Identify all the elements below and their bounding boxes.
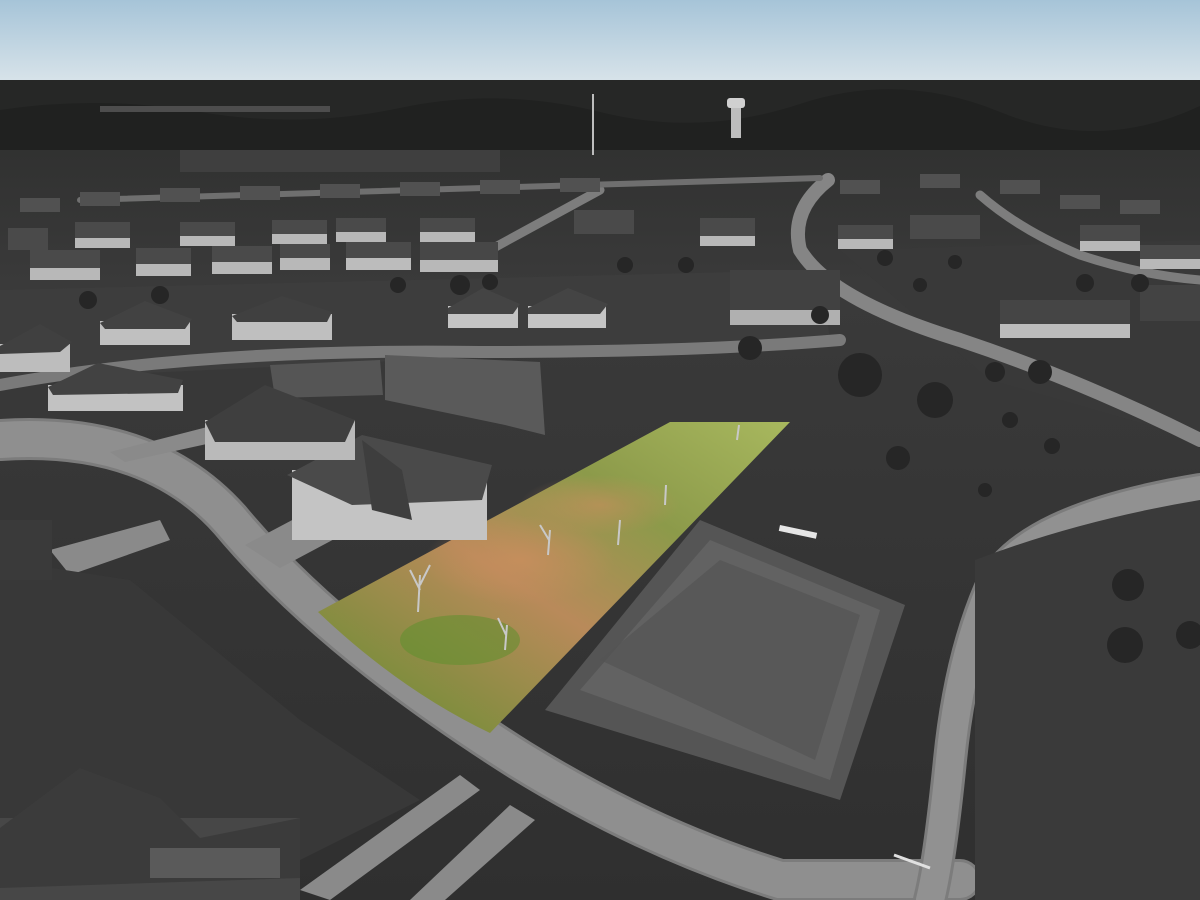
- house: [910, 215, 980, 239]
- house: [1080, 225, 1140, 251]
- house: [8, 228, 48, 250]
- cleared-lot-2: [270, 360, 383, 398]
- house: [1140, 285, 1200, 321]
- house: [700, 218, 755, 246]
- house: [420, 218, 475, 242]
- right-lot: [975, 500, 1200, 900]
- aerial-photo: [0, 0, 1200, 900]
- house: [0, 520, 52, 580]
- house: [574, 210, 634, 234]
- house: [212, 246, 272, 274]
- house: [838, 225, 893, 249]
- field-strip-2: [180, 150, 500, 172]
- house: [30, 250, 100, 280]
- aerial-photo-canvas: [0, 0, 1200, 900]
- house: [1000, 300, 1130, 338]
- house: [346, 242, 411, 270]
- sky: [0, 0, 1200, 84]
- house: [136, 248, 191, 276]
- house: [280, 244, 330, 270]
- field-strip: [100, 106, 330, 112]
- house: [272, 220, 327, 244]
- house: [1140, 245, 1200, 269]
- house: [180, 222, 235, 246]
- house: [336, 218, 386, 242]
- house: [420, 242, 498, 272]
- house: [75, 222, 130, 248]
